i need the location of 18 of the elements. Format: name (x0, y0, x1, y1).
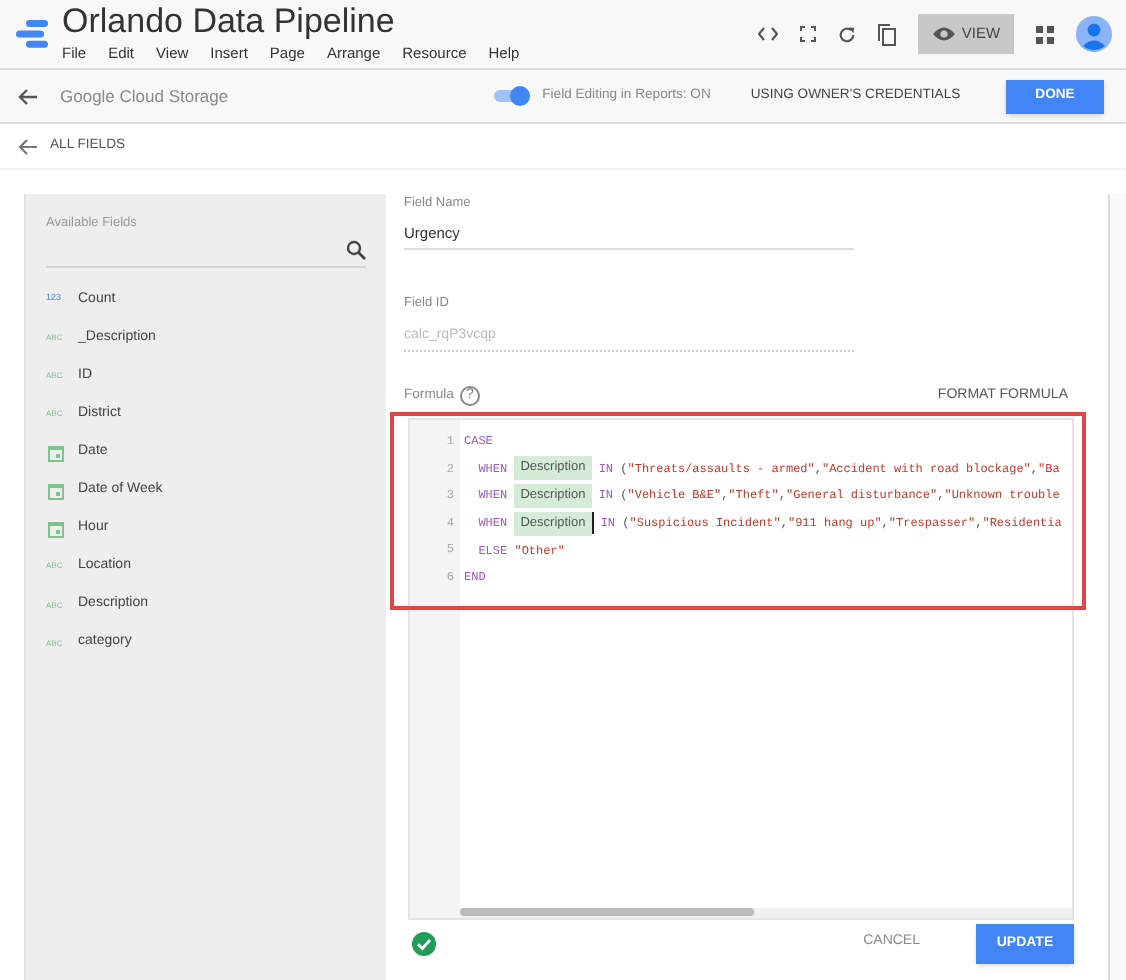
report-title[interactable]: Orlando Data Pipeline (62, 2, 520, 43)
embed-code-icon[interactable] (758, 26, 778, 42)
back-arrow-icon[interactable] (18, 137, 38, 155)
scrollbar-thumb[interactable] (460, 908, 754, 916)
avatar-icon[interactable] (1076, 16, 1112, 52)
toggle-switch[interactable] (494, 86, 531, 106)
fullscreen-icon[interactable] (800, 26, 816, 42)
eye-icon (931, 26, 956, 42)
copy-icon[interactable] (878, 23, 896, 45)
refresh-icon[interactable] (838, 25, 856, 43)
calendar-icon (48, 519, 64, 538)
back-arrow-icon[interactable] (18, 87, 38, 105)
data-source-name: Google Cloud Storage (60, 83, 229, 109)
app-logo-icon (14, 18, 50, 50)
search-icon[interactable] (346, 239, 366, 260)
apps-grid-icon[interactable] (1036, 25, 1054, 43)
calendar-icon (48, 481, 64, 500)
calendar-icon (48, 443, 64, 462)
